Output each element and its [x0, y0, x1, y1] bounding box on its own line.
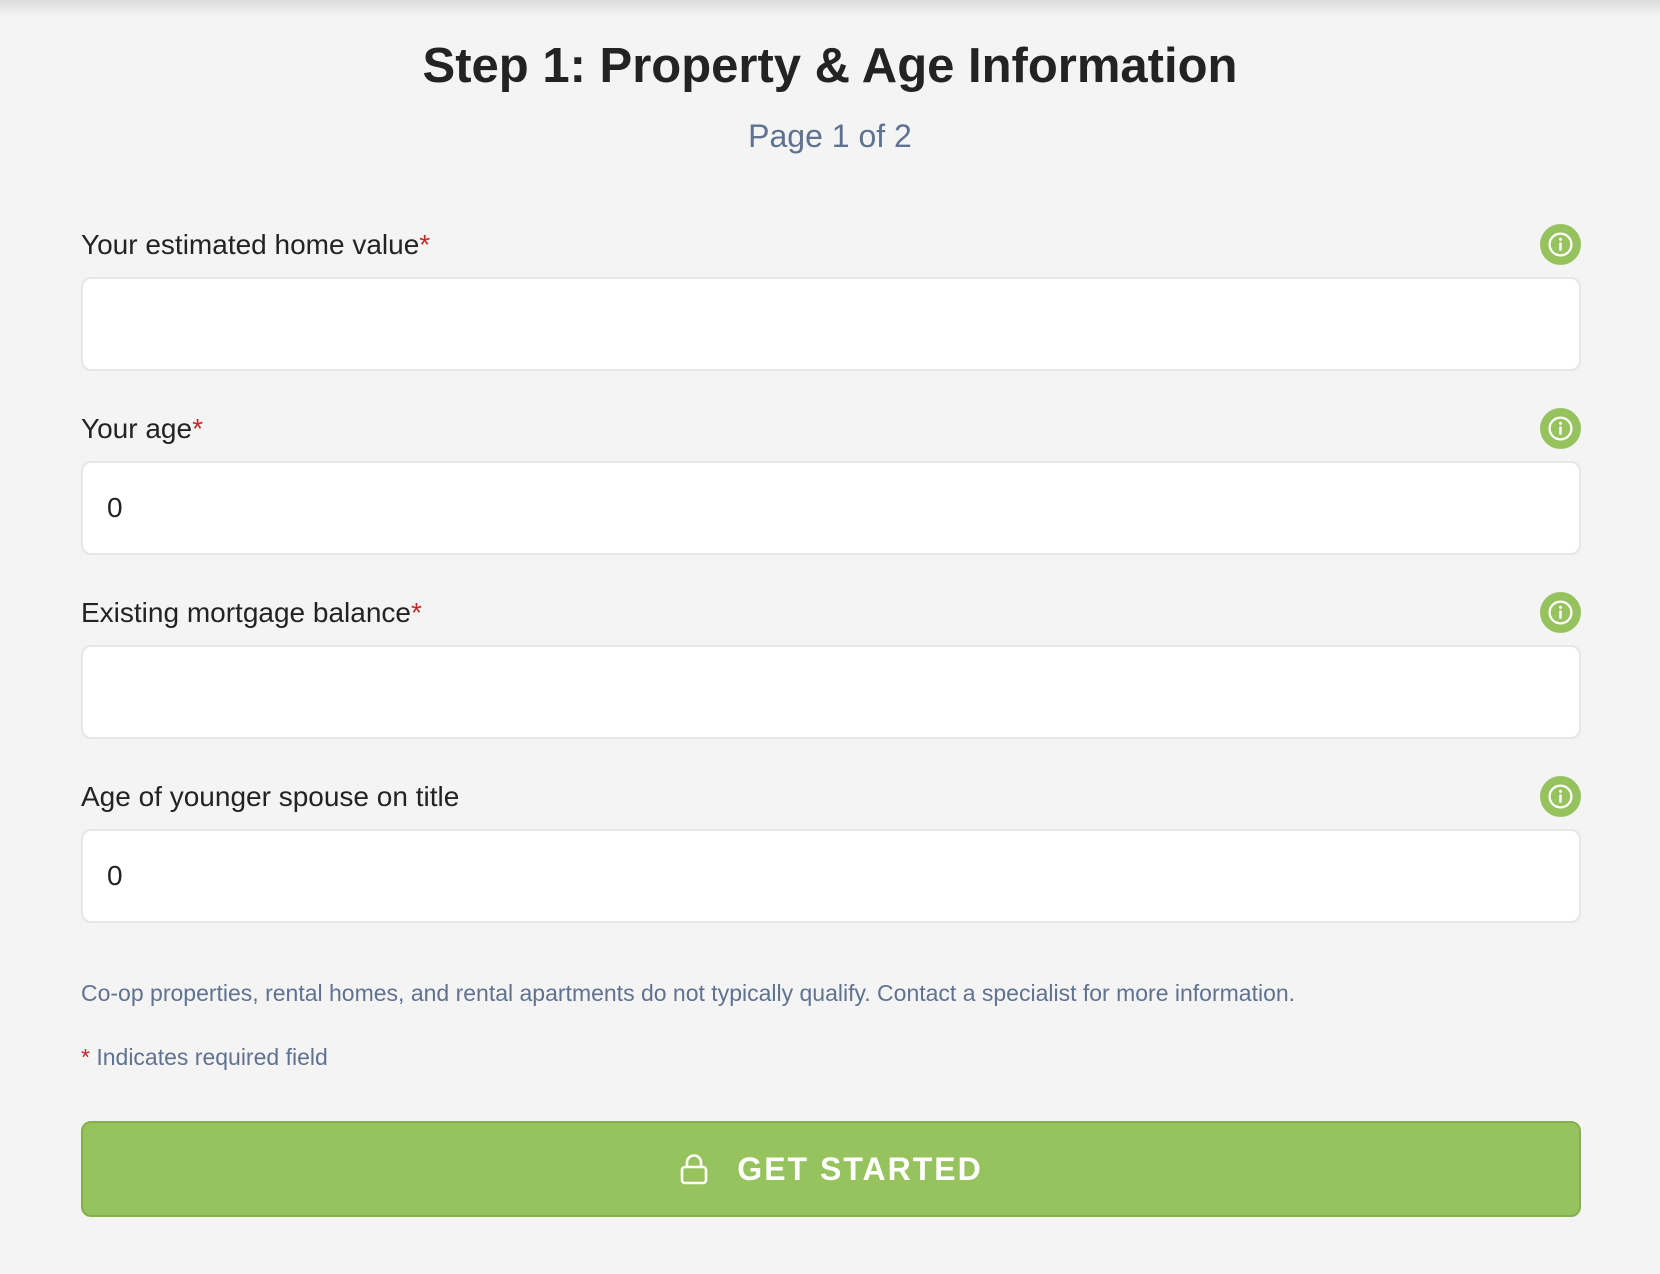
- mortgage-balance-label-text: Existing mortgage balance: [81, 597, 411, 628]
- required-field-legend: * Indicates required field: [81, 1041, 328, 1073]
- page: Step 1: Property & Age Information Page …: [0, 0, 1660, 1274]
- spouse-age-label: Age of younger spouse on title: [81, 779, 459, 815]
- required-legend-text: Indicates required field: [89, 1044, 328, 1070]
- required-mark: *: [81, 1044, 90, 1070]
- mortgage-balance-label: Existing mortgage balance*: [81, 595, 422, 631]
- info-icon[interactable]: [1540, 408, 1581, 449]
- required-mark: *: [410, 597, 422, 628]
- required-mark: *: [192, 413, 203, 444]
- mortgage-balance-input[interactable]: [81, 645, 1581, 739]
- age-input[interactable]: [81, 461, 1581, 555]
- get-started-label: GET STARTED: [737, 1150, 983, 1187]
- home-value-input[interactable]: [81, 277, 1581, 371]
- top-shadow: [0, 0, 1660, 16]
- eligibility-note: Co-op properties, rental homes, and rent…: [81, 980, 1296, 1006]
- page-indicator: Page 1 of 2: [748, 118, 912, 154]
- spouse-age-input[interactable]: [81, 829, 1581, 923]
- home-value-label-text: Your estimated home value: [81, 229, 420, 260]
- get-started-button[interactable]: GET STARTED: [81, 1121, 1581, 1217]
- age-label: Your age*: [81, 411, 203, 447]
- spouse-age-label-text: Age of younger spouse on title: [81, 781, 460, 812]
- required-mark: *: [419, 229, 431, 260]
- home-value-label: Your estimated home value*: [81, 227, 430, 263]
- lock-icon: [679, 1153, 709, 1185]
- info-icon[interactable]: [1540, 592, 1581, 633]
- info-icon[interactable]: [1540, 224, 1581, 265]
- page-title: Step 1: Property & Age Information: [422, 39, 1238, 93]
- age-label-text: Your age: [81, 413, 193, 444]
- info-icon[interactable]: [1540, 776, 1581, 817]
